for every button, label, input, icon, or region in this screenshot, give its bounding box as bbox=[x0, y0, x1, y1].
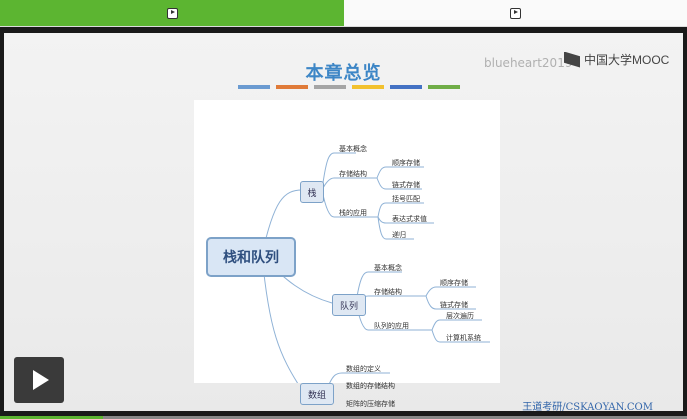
video-player[interactable]: 本章总览 blueheart2019 中国大学MOOC 栈和队列 栈 队列 数组… bbox=[0, 27, 687, 419]
title-color-bar bbox=[314, 85, 346, 89]
queue-level: 层次遍历 bbox=[446, 312, 474, 320]
array-node: 数组 bbox=[300, 383, 334, 405]
play-button[interactable] bbox=[14, 357, 64, 403]
title-color-bar bbox=[238, 85, 270, 89]
stack-expr: 表达式求值 bbox=[392, 215, 427, 223]
stack-basic: 基本概念 bbox=[339, 145, 367, 153]
tab-video-2[interactable] bbox=[344, 0, 687, 26]
array-storage: 数组的存储结构 bbox=[346, 382, 395, 390]
root-node: 栈和队列 bbox=[206, 237, 296, 277]
mind-map: 栈和队列 栈 队列 数组 基本概念 存储结构 顺序存储 链式存储 栈的应用 括号… bbox=[194, 100, 500, 408]
queue-seq: 顺序存储 bbox=[440, 279, 468, 287]
queue-basic: 基本概念 bbox=[374, 264, 402, 272]
tab-video-1[interactable] bbox=[0, 0, 344, 26]
queue-node: 队列 bbox=[332, 294, 366, 316]
title-color-bar bbox=[428, 85, 460, 89]
video-play-icon bbox=[510, 7, 521, 19]
queue-storage: 存储结构 bbox=[374, 288, 402, 296]
watermark-text: blueheart2019 bbox=[484, 56, 573, 70]
slide: 本章总览 blueheart2019 中国大学MOOC 栈和队列 栈 队列 数组… bbox=[4, 33, 683, 411]
mooc-brand-text: 中国大学MOOC bbox=[584, 53, 670, 67]
stack-bracket: 括号匹配 bbox=[392, 195, 420, 203]
title-color-bar bbox=[352, 85, 384, 89]
stack-seq: 顺序存储 bbox=[392, 159, 420, 167]
queue-system: 计算机系统 bbox=[446, 334, 481, 342]
mooc-logo-icon bbox=[564, 51, 580, 68]
title-color-bar bbox=[390, 85, 422, 89]
stack-storage: 存储结构 bbox=[339, 170, 367, 178]
array-def: 数组的定义 bbox=[346, 365, 381, 373]
title-color-bar bbox=[276, 85, 308, 89]
mooc-logo: 中国大学MOOC bbox=[564, 51, 669, 68]
queue-apps: 队列的应用 bbox=[374, 322, 409, 330]
queue-linked: 链式存储 bbox=[440, 301, 468, 309]
title-color-bars bbox=[238, 85, 460, 89]
stack-node: 栈 bbox=[300, 181, 324, 203]
video-play-icon bbox=[166, 7, 178, 19]
stack-apps: 栈的应用 bbox=[339, 209, 367, 217]
video-tab-bar bbox=[0, 0, 687, 27]
stack-recursion: 递归 bbox=[392, 231, 406, 239]
stack-linked: 链式存储 bbox=[392, 181, 420, 189]
array-compress: 矩阵的压缩存储 bbox=[346, 400, 395, 408]
site-watermark: 王道考研/CSKAOYAN.COM bbox=[522, 402, 653, 413]
